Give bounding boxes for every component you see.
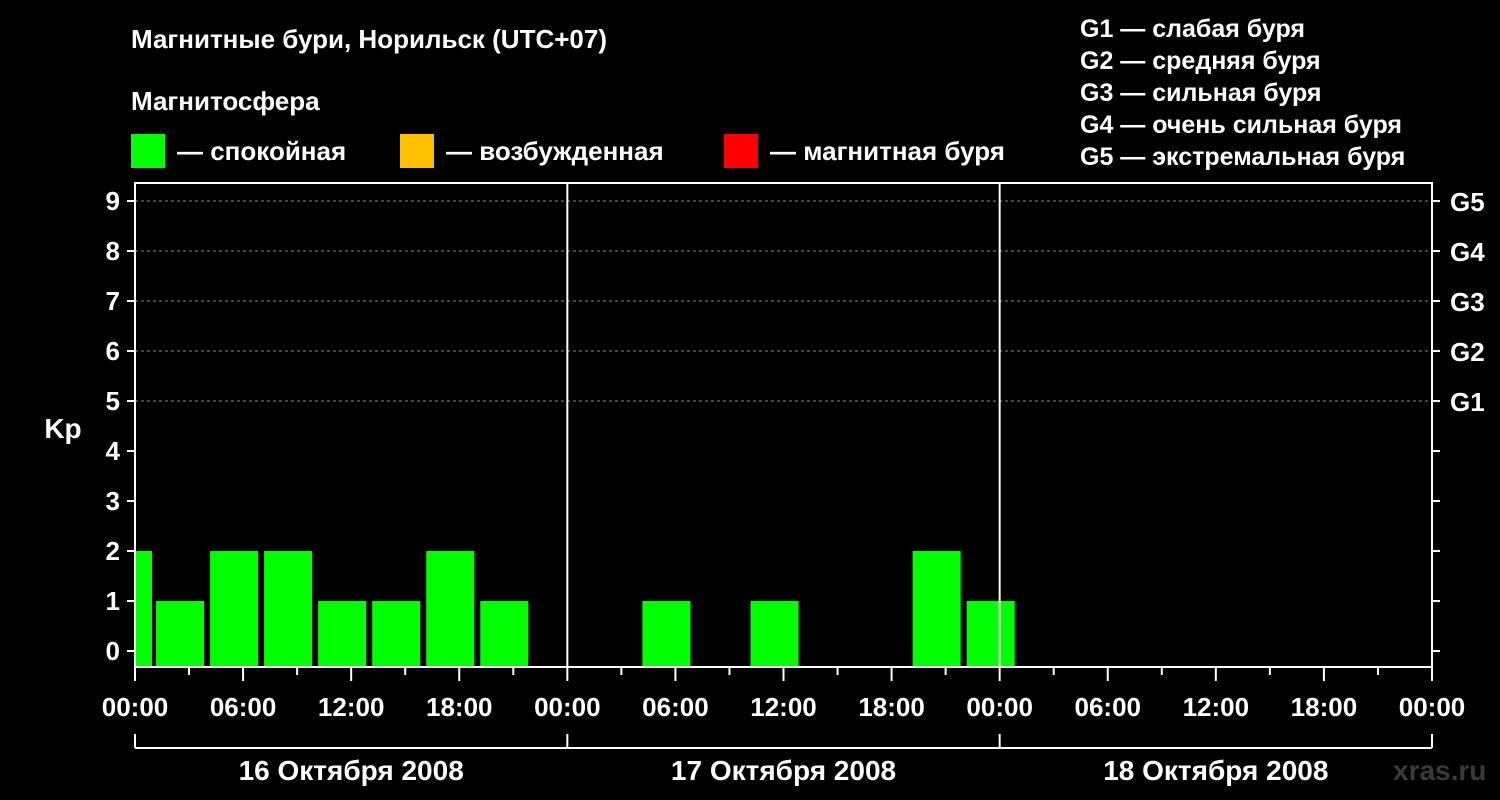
right-axis-label: G1 bbox=[1450, 387, 1485, 417]
x-tick-label: 00:00 bbox=[966, 692, 1033, 722]
kp-bar bbox=[264, 551, 313, 667]
x-tick-label: 18:00 bbox=[1291, 692, 1358, 722]
kp-bar bbox=[966, 601, 1015, 667]
right-axis-label: G3 bbox=[1450, 287, 1485, 317]
y-tick-label: 6 bbox=[106, 336, 120, 366]
x-tick-label: 06:00 bbox=[642, 692, 709, 722]
kp-bar bbox=[750, 601, 799, 667]
y-tick-label: 2 bbox=[106, 536, 120, 566]
x-tick-label: 12:00 bbox=[318, 692, 385, 722]
x-tick-label: 00:00 bbox=[102, 692, 169, 722]
y-tick-label: 5 bbox=[106, 386, 120, 416]
x-tick-label: 12:00 bbox=[1183, 692, 1250, 722]
x-tick-label: 18:00 bbox=[426, 692, 493, 722]
y-tick-label: 7 bbox=[106, 286, 120, 316]
y-tick-label: 9 bbox=[106, 186, 120, 216]
x-tick-label: 00:00 bbox=[534, 692, 601, 722]
day-label: 16 Октября 2008 bbox=[239, 755, 464, 786]
x-tick-label: 18:00 bbox=[858, 692, 925, 722]
kp-bar bbox=[156, 601, 205, 667]
x-tick-label: 12:00 bbox=[750, 692, 817, 722]
y-axis-label: Kp bbox=[44, 413, 81, 444]
y-tick-label: 3 bbox=[106, 486, 120, 516]
kp-bar bbox=[210, 551, 259, 667]
kp-bar bbox=[318, 601, 367, 667]
kp-bar bbox=[426, 551, 475, 667]
plot-frame bbox=[134, 182, 1433, 668]
x-tick-label: 00:00 bbox=[1399, 692, 1466, 722]
watermark: xras.ru bbox=[1393, 755, 1487, 786]
kp-bar bbox=[912, 551, 961, 667]
y-tick-label: 1 bbox=[106, 586, 120, 616]
right-axis-label: G4 bbox=[1450, 237, 1485, 267]
y-tick-label: 8 bbox=[106, 236, 120, 266]
y-tick-label: 4 bbox=[106, 436, 121, 466]
day-label: 18 Октября 2008 bbox=[1103, 755, 1328, 786]
day-label: 17 Октября 2008 bbox=[671, 755, 896, 786]
kp-bar bbox=[135, 551, 153, 667]
kp-chart: 0 1 2 3 4 5 6 7 8 9 G1 G2 G3 G4 G5 Kp 00:00 06:00 12:00 18:… bbox=[44, 182, 1485, 786]
x-tick-label: 06:00 bbox=[1075, 692, 1142, 722]
kp-bar bbox=[480, 601, 529, 667]
x-tick-label: 06:00 bbox=[210, 692, 277, 722]
kp-bar bbox=[642, 601, 691, 667]
kp-bar bbox=[372, 601, 421, 667]
y-tick-label: 0 bbox=[106, 636, 120, 666]
right-axis-label: G5 bbox=[1450, 187, 1485, 217]
right-axis-label: G2 bbox=[1450, 337, 1485, 367]
